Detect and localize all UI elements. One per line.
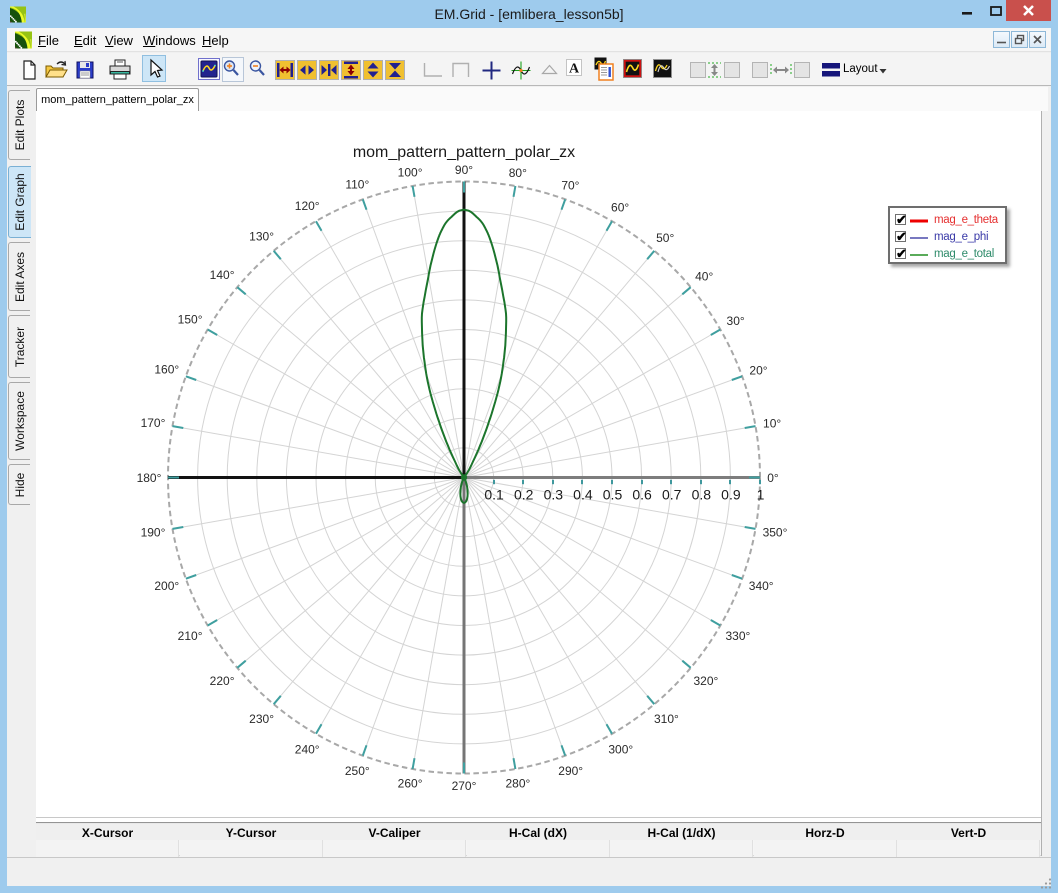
svg-text:A: A: [569, 62, 580, 77]
svg-text:270°: 270°: [452, 779, 477, 793]
svg-text:40°: 40°: [695, 269, 713, 283]
svg-text:140°: 140°: [210, 268, 235, 282]
svg-text:70°: 70°: [561, 179, 579, 193]
svg-text:150°: 150°: [178, 313, 203, 327]
svg-text:190°: 190°: [141, 526, 166, 540]
svg-text:130°: 130°: [249, 230, 274, 244]
svg-text:10°: 10°: [763, 417, 781, 431]
svg-text:340°: 340°: [749, 579, 774, 593]
svg-text:0.8: 0.8: [692, 486, 712, 502]
svg-text:60°: 60°: [611, 200, 629, 214]
svg-text:0°: 0°: [767, 471, 779, 485]
svg-text:80°: 80°: [509, 166, 527, 180]
svg-text:180°: 180°: [137, 471, 162, 485]
svg-text:0.6: 0.6: [632, 486, 652, 502]
svg-text:350°: 350°: [763, 526, 788, 540]
svg-text:20°: 20°: [749, 364, 767, 378]
svg-text:330°: 330°: [725, 629, 750, 643]
svg-text:110°: 110°: [345, 178, 369, 192]
svg-text:160°: 160°: [154, 363, 179, 377]
svg-text:mom_pattern_pattern_polar_zx: mom_pattern_pattern_polar_zx: [353, 144, 575, 161]
svg-text:230°: 230°: [249, 712, 274, 726]
svg-text:50°: 50°: [656, 231, 674, 245]
svg-text:310°: 310°: [654, 712, 679, 726]
svg-text:30°: 30°: [727, 314, 745, 328]
svg-text:200°: 200°: [154, 579, 179, 593]
svg-text:120°: 120°: [295, 199, 320, 213]
svg-text:90°: 90°: [455, 163, 473, 177]
svg-text:1: 1: [757, 486, 765, 502]
svg-text:0.9: 0.9: [721, 486, 741, 502]
svg-text:100°: 100°: [398, 165, 423, 179]
svg-text:290°: 290°: [558, 764, 583, 778]
svg-text:0.7: 0.7: [662, 486, 682, 502]
svg-text:0.5: 0.5: [603, 486, 623, 502]
svg-text:0.4: 0.4: [573, 486, 593, 502]
svg-text:0.2: 0.2: [514, 486, 534, 502]
svg-text:0.3: 0.3: [544, 486, 564, 502]
svg-text:320°: 320°: [693, 674, 718, 688]
svg-text:170°: 170°: [141, 416, 166, 430]
svg-text:0.1: 0.1: [484, 486, 504, 502]
svg-text:280°: 280°: [505, 776, 530, 790]
svg-text:250°: 250°: [345, 764, 370, 778]
svg-text:210°: 210°: [178, 629, 203, 643]
svg-text:240°: 240°: [295, 743, 320, 757]
svg-text:260°: 260°: [398, 776, 423, 790]
svg-text:300°: 300°: [608, 743, 633, 757]
svg-text:220°: 220°: [210, 674, 235, 688]
